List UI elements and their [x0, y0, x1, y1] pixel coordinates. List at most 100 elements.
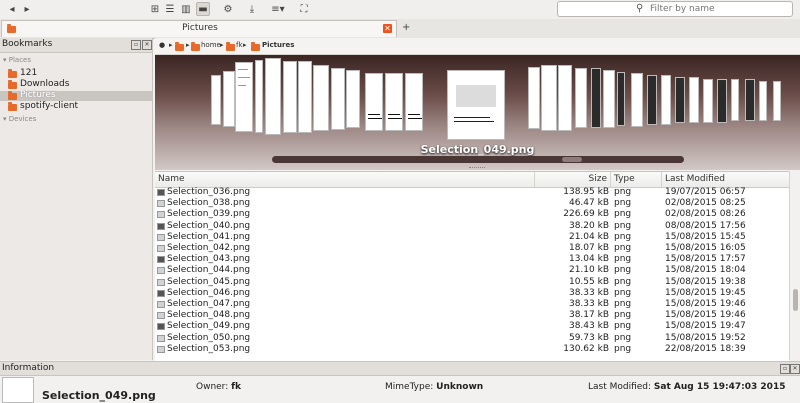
- cover-thumbnail[interactable]: [313, 65, 329, 131]
- filter-box: ⚲: [557, 1, 793, 17]
- cover-thumbnail[interactable]: [745, 79, 755, 121]
- path-item-pictures[interactable]: Pictures: [262, 41, 294, 49]
- cover-thumbnail[interactable]: [528, 67, 540, 129]
- add-tab-button[interactable]: +: [402, 22, 410, 33]
- coverflow-view-icon[interactable]: ▬: [196, 2, 210, 16]
- file-size: 226.69 kB: [563, 209, 609, 220]
- file-type: png: [614, 332, 632, 343]
- column-last-modified[interactable]: Last Modified: [662, 172, 789, 187]
- gear-icon[interactable]: ⚙: [221, 2, 235, 16]
- bookmark-item[interactable]: Downloads: [0, 79, 152, 90]
- file-row[interactable]: Selection_053.png 130.62 kB png 22/08/2015 …: [155, 344, 789, 355]
- file-row[interactable]: Selection_048.png 38.17 kB png 15/08/2015 1…: [155, 310, 789, 321]
- mimetype-label: MimeType:: [385, 382, 434, 392]
- scroll-thumb[interactable]: [793, 289, 798, 311]
- cover-thumbnail[interactable]: [211, 75, 221, 125]
- cover-thumbnail[interactable]: [541, 65, 557, 131]
- file-row[interactable]: Selection_041.png 21.04 kB png 15/08/2015 1…: [155, 232, 789, 243]
- icon-view-icon[interactable]: ⊞: [148, 2, 162, 16]
- download-icon[interactable]: ⤓: [245, 2, 259, 16]
- close-tab-icon[interactable]: ✕: [383, 24, 392, 33]
- file-rows: Selection_036.png 138.95 kB png 19/07/2015 …: [155, 187, 789, 361]
- file-row[interactable]: Selection_043.png 13.04 kB png 15/08/2015 1…: [155, 254, 789, 265]
- file-modified: 02/08/2015 08:25: [665, 198, 746, 209]
- cover-thumbnail[interactable]: [717, 79, 727, 123]
- file-row[interactable]: Selection_047.png 38.33 kB png 15/08/2015 1…: [155, 299, 789, 310]
- coverflow-scrollbar[interactable]: [272, 156, 684, 163]
- bookmark-item-selected[interactable]: Pictures: [0, 90, 152, 101]
- close-panel-icon[interactable]: ✕: [142, 40, 152, 50]
- coverflow-scroll-thumb[interactable]: [562, 157, 582, 162]
- file-row[interactable]: Selection_045.png 10.55 kB png 15/08/2015 1…: [155, 277, 789, 288]
- sort-icon[interactable]: ≡▾: [268, 2, 288, 16]
- places-section[interactable]: ▾ Places: [3, 56, 31, 64]
- file-list-scrollbar[interactable]: [789, 171, 800, 360]
- cover-thumbnail[interactable]: [647, 75, 657, 125]
- close-panel-icon[interactable]: ✕: [790, 364, 800, 374]
- file-row[interactable]: Selection_044.png 21.10 kB png 15/08/2015 1…: [155, 265, 789, 276]
- cover-thumbnail[interactable]: [631, 73, 643, 127]
- path-item-fk[interactable]: fk: [236, 41, 243, 49]
- tab-pictures[interactable]: Pictures ✕: [1, 20, 397, 37]
- cover-thumbnail[interactable]: [617, 72, 625, 126]
- coverflow-view[interactable]: Selection_049.png: [155, 55, 800, 170]
- path-item-home[interactable]: home: [201, 41, 221, 49]
- file-name: Selection_043.png: [167, 254, 251, 265]
- cover-thumbnail[interactable]: [591, 68, 601, 128]
- cover-thumbnail[interactable]: [661, 75, 671, 125]
- cover-thumbnail[interactable]: [265, 58, 281, 135]
- root-icon[interactable]: ●: [159, 41, 165, 49]
- file-row[interactable]: Selection_049.png 38.43 kB png 15/08/2015 1…: [155, 321, 789, 332]
- cover-thumbnail[interactable]: [405, 73, 423, 131]
- cover-thumbnail[interactable]: [365, 73, 383, 131]
- cover-thumbnail[interactable]: [346, 70, 360, 128]
- file-name: Selection_039.png: [167, 209, 251, 220]
- cover-thumbnail[interactable]: [675, 77, 685, 123]
- file-row[interactable]: Selection_036.png 138.95 kB png 19/07/2015 …: [155, 187, 789, 198]
- column-size[interactable]: Size: [535, 172, 611, 187]
- splitter-handle[interactable]: [469, 167, 485, 170]
- column-name[interactable]: Name: [155, 172, 535, 187]
- file-row[interactable]: Selection_050.png 59.73 kB png 15/08/2015 1…: [155, 333, 789, 344]
- cover-thumbnail[interactable]: [255, 60, 263, 133]
- cover-thumbnail[interactable]: [703, 79, 713, 123]
- float-panel-icon[interactable]: ▫: [131, 40, 141, 50]
- cover-thumbnail[interactable]: [283, 61, 297, 133]
- cover-thumbnail[interactable]: [331, 68, 345, 130]
- file-type: png: [614, 343, 632, 354]
- float-panel-icon[interactable]: ▫: [780, 364, 790, 374]
- file-modified: 15/08/2015 19:52: [665, 332, 746, 343]
- devices-section[interactable]: ▾ Devices: [3, 115, 36, 123]
- cover-thumbnail[interactable]: [731, 79, 739, 121]
- file-row[interactable]: Selection_042.png 18.07 kB png 15/08/2015 1…: [155, 243, 789, 254]
- cover-thumbnail[interactable]: [223, 71, 235, 127]
- cover-thumbnail[interactable]: [558, 65, 572, 131]
- cover-thumbnail[interactable]: [575, 68, 587, 128]
- forward-icon[interactable]: ▸: [20, 2, 34, 16]
- file-size: 38.17 kB: [568, 310, 609, 321]
- back-icon[interactable]: ◂: [5, 2, 19, 16]
- bookmark-item[interactable]: spotify-client: [0, 101, 152, 112]
- image-file-icon: [157, 312, 165, 320]
- cover-thumbnail[interactable]: [603, 70, 615, 128]
- filter-input[interactable]: [650, 3, 780, 15]
- file-row[interactable]: Selection_038.png 46.47 kB png 02/08/2015 0…: [155, 198, 789, 209]
- cover-thumbnail[interactable]: [689, 77, 699, 123]
- bookmark-label: Pictures: [20, 90, 56, 100]
- fullscreen-icon[interactable]: ⛶: [297, 2, 311, 16]
- column-view-icon[interactable]: ▥: [179, 2, 193, 16]
- file-name: Selection_048.png: [167, 310, 251, 321]
- column-type[interactable]: Type: [611, 172, 662, 187]
- cover-thumbnail[interactable]: [759, 81, 767, 121]
- cover-thumbnail[interactable]: [773, 81, 781, 121]
- list-view-icon[interactable]: ☰: [163, 2, 177, 16]
- file-row[interactable]: Selection_040.png 38.20 kB png 08/08/2015 1…: [155, 221, 789, 232]
- cover-thumbnail[interactable]: [385, 73, 403, 131]
- bookmark-item[interactable]: 121: [0, 68, 152, 79]
- cover-thumbnail-selected[interactable]: [447, 70, 505, 140]
- cover-thumbnail[interactable]: [235, 62, 253, 132]
- cover-thumbnail[interactable]: [298, 61, 312, 133]
- file-row[interactable]: Selection_046.png 38.33 kB png 15/08/2015 1…: [155, 288, 789, 299]
- file-row[interactable]: Selection_039.png 226.69 kB png 02/08/2015 …: [155, 209, 789, 220]
- file-name: Selection_053.png: [167, 343, 251, 354]
